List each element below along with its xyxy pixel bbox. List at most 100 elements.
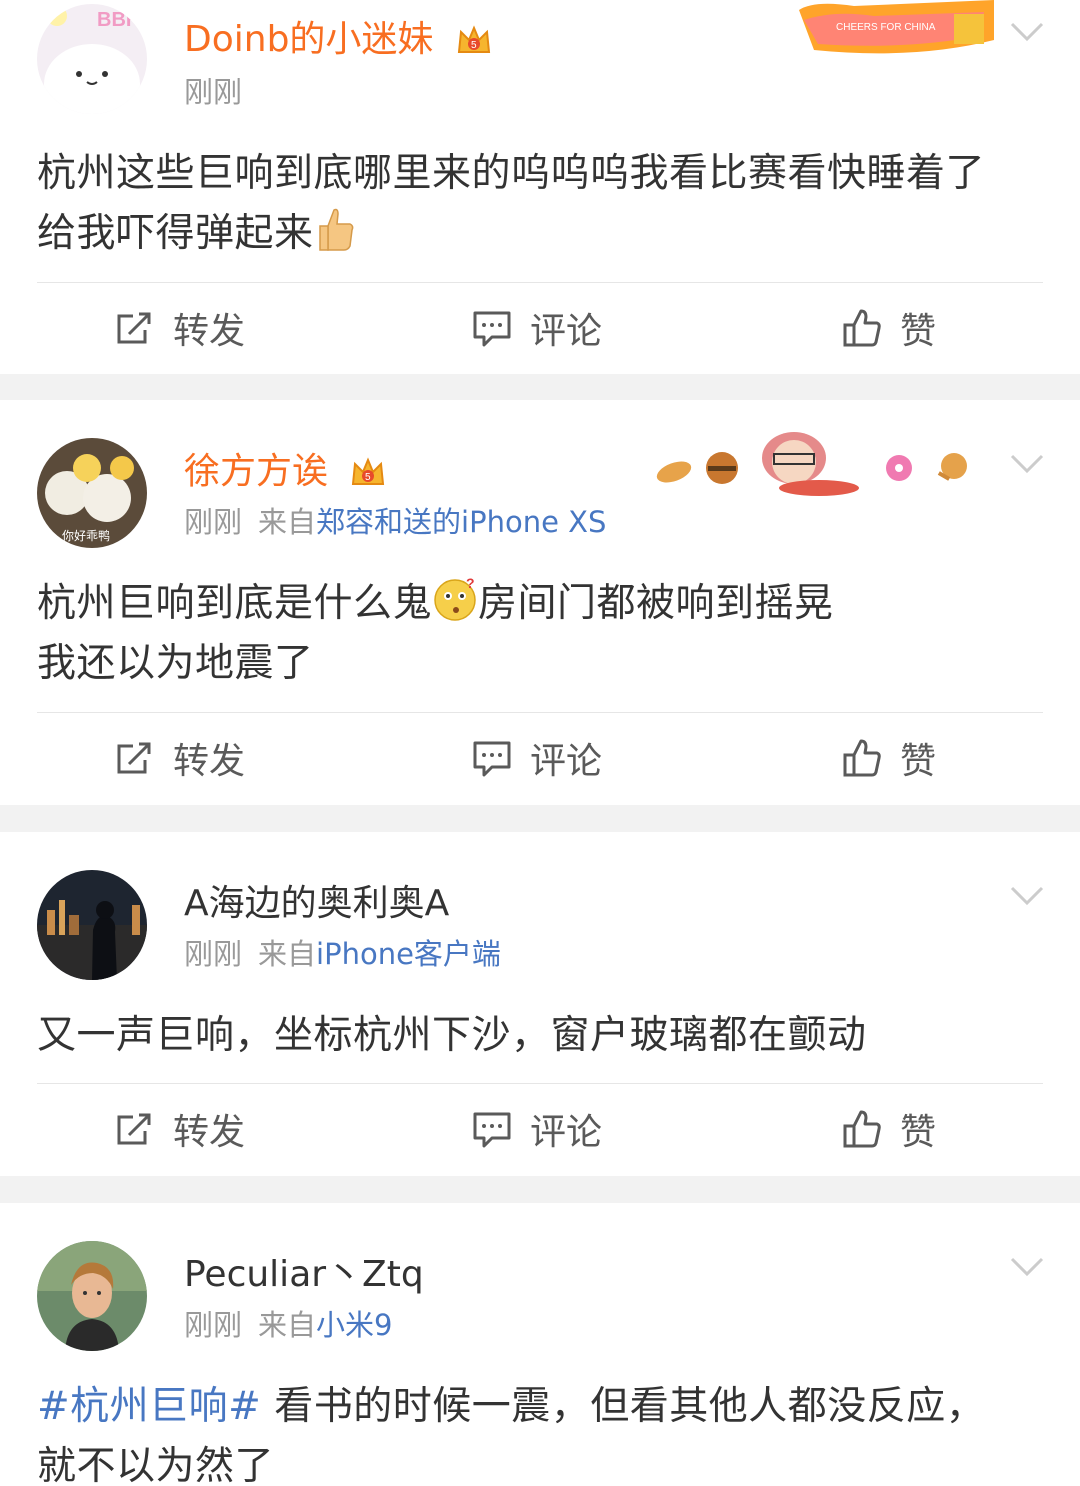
source-device[interactable]: iPhone客户端 — [316, 937, 501, 971]
repost-button[interactable]: 转发 — [115, 283, 245, 373]
like-label: 赞 — [900, 1112, 937, 1153]
crown-icon: 5 — [352, 457, 385, 485]
post-text-line: 杭州这些巨响到底哪里来的呜呜呜我看比赛看快睡着了 — [37, 151, 986, 196]
post-text-span: 房间门都被响到摇晃 — [478, 581, 834, 626]
like-label: 赞 — [900, 311, 937, 352]
post-time: 刚刚 — [184, 937, 243, 971]
chevron-down-icon[interactable] — [1010, 22, 1044, 42]
post-time: 刚刚 — [184, 505, 243, 539]
avatar-city-night-image — [37, 870, 147, 980]
username[interactable]: Doinb的小迷妹 5 — [184, 18, 493, 62]
svg-text:5: 5 — [365, 472, 371, 483]
source-device[interactable]: 小米9 — [316, 1308, 392, 1342]
repost-label: 转发 — [173, 741, 246, 782]
repost-label: 转发 — [173, 311, 246, 352]
avatar[interactable] — [37, 870, 147, 980]
chevron-down-icon[interactable] — [1010, 1257, 1044, 1277]
source-prefix: 来自 — [258, 937, 317, 971]
repost-button[interactable]: 转发 — [115, 1084, 245, 1174]
post-text-line: 就不以为然了 — [37, 1444, 275, 1486]
topic-hashtag-link[interactable]: #杭州巨响# — [37, 1384, 261, 1429]
thumbs-up-icon — [843, 739, 881, 777]
avatar-bunny-image: BBH — [37, 4, 147, 114]
repost-button[interactable]: 转发 — [115, 713, 245, 803]
comment-icon — [473, 1112, 511, 1148]
username[interactable]: A海边的奥利奥A — [184, 882, 449, 926]
source-device[interactable]: 郑容和送的iPhone XS — [316, 505, 606, 539]
post-source: 来自iPhone客户端 — [258, 937, 501, 971]
action-bar: 转发 评论 赞 — [0, 713, 1080, 803]
avatar[interactable] — [37, 1241, 147, 1351]
username-text[interactable]: Peculiar丶Ztq — [184, 1254, 424, 1295]
post-text-line: #杭州巨响# 看书的时候一震，但看其他人都没反应， — [37, 1377, 1047, 1437]
post-card[interactable]: BBH Doinb的小迷妹 5 刚刚 CHEERS FOR CHINA 杭州这些… — [0, 0, 1080, 374]
post-text-line: 杭州巨响到底是什么鬼 ? 房间门都被响到摇晃 — [37, 574, 1047, 634]
username[interactable]: 徐方方诶 5 — [184, 450, 387, 494]
post-text: #杭州巨响# 看书的时候一震，但看其他人都没反应， 就不以为然了 — [37, 1377, 1047, 1486]
post-time: 刚刚 — [184, 1308, 243, 1342]
username[interactable]: Peculiar丶Ztq — [184, 1253, 424, 1297]
post-text-line: 给我吓得弹起来 — [37, 204, 1047, 264]
cheers-badge-decoration: CHEERS FOR CHINA — [799, 0, 994, 54]
post-text-span: 给我吓得弹起来 — [37, 211, 314, 256]
food-sticker-decoration — [656, 432, 967, 496]
action-bar: 转发 评论 赞 — [0, 1084, 1080, 1174]
decoration-text: CHEERS FOR CHINA — [836, 22, 936, 33]
repost-icon — [117, 312, 151, 344]
avatar-text: BBH — [97, 9, 140, 31]
thumbs-up-icon — [843, 309, 881, 347]
chevron-down-icon[interactable] — [1010, 454, 1044, 474]
source-prefix: 来自 — [258, 505, 317, 539]
like-button[interactable]: 赞 — [842, 1084, 936, 1174]
crown-icon: 5 — [457, 25, 490, 53]
post-meta: 刚刚 来自小米9 — [184, 1307, 392, 1343]
post-text: 又一声巨响，坐标杭州下沙，窗户玻璃都在颤动 — [37, 1006, 1047, 1066]
comment-label: 评论 — [530, 311, 603, 352]
thumbs-up-emoji-icon — [318, 208, 353, 251]
repost-icon — [117, 1113, 151, 1145]
comment-button[interactable]: 评论 — [472, 1084, 602, 1174]
post-text-line: 又一声巨响，坐标杭州下沙，窗户玻璃都在颤动 — [37, 1013, 867, 1058]
action-bar: 转发 评论 赞 — [0, 283, 1080, 373]
username-text[interactable]: Doinb的小迷妹 — [184, 19, 433, 60]
comment-icon — [473, 741, 511, 777]
confused-face-emoji-icon: ? — [434, 576, 476, 621]
avatar-ducks-image: 你好乖鸭 — [37, 438, 147, 548]
repost-icon — [117, 742, 151, 774]
avatar-text: 你好乖鸭 — [62, 529, 110, 543]
like-label: 赞 — [900, 741, 937, 782]
svg-text:5: 5 — [471, 40, 477, 51]
avatar[interactable]: 你好乖鸭 — [37, 438, 147, 548]
like-button[interactable]: 赞 — [842, 713, 936, 803]
post-time: 刚刚 — [184, 75, 243, 109]
comment-label: 评论 — [530, 1112, 603, 1153]
username-text[interactable]: A海边的奥利奥A — [184, 883, 449, 924]
comment-label: 评论 — [530, 741, 603, 782]
post-card[interactable]: Peculiar丶Ztq 刚刚 来自小米9 #杭州巨响# 看书的时候一震，但看其他… — [0, 1203, 1080, 1486]
comment-button[interactable]: 评论 — [472, 713, 602, 803]
like-button[interactable]: 赞 — [842, 283, 936, 373]
avatar-portrait-image — [37, 1241, 147, 1351]
avatar[interactable]: BBH — [37, 4, 147, 114]
thumbs-up-icon — [843, 1110, 881, 1148]
post-source: 来自郑容和送的iPhone XS — [258, 505, 606, 539]
comment-icon — [473, 311, 511, 347]
repost-label: 转发 — [173, 1112, 246, 1153]
post-text-line: 我还以为地震了 — [37, 641, 314, 686]
post-source: 来自小米9 — [258, 1308, 392, 1342]
post-meta: 刚刚 — [184, 74, 242, 110]
post-text: 杭州巨响到底是什么鬼 ? 房间门都被响到摇晃 我还以为地震了 — [37, 574, 1047, 694]
weibo-feed: BBH Doinb的小迷妹 5 刚刚 CHEERS FOR CHINA 杭州这些… — [0, 0, 1080, 1486]
chevron-down-icon[interactable] — [1010, 886, 1044, 906]
post-text: 杭州这些巨响到底哪里来的呜呜呜我看比赛看快睡着了 给我吓得弹起来 — [37, 144, 1047, 264]
post-text-span: 看书的时候一震，但看其他人都没反应， — [261, 1384, 986, 1429]
post-card[interactable]: A海边的奥利奥A 刚刚 来自iPhone客户端 又一声巨响，坐标杭州下沙，窗户玻璃… — [0, 832, 1080, 1176]
post-card[interactable]: 你好乖鸭 徐方方诶 5 刚刚 来自郑容和送的iPhone XS 杭州巨响到底是什… — [0, 400, 1080, 805]
username-text[interactable]: 徐方方诶 — [184, 451, 328, 492]
svg-text:?: ? — [466, 576, 475, 591]
post-text-span: 杭州巨响到底是什么鬼 — [37, 581, 433, 626]
source-prefix: 来自 — [258, 1308, 317, 1342]
post-meta: 刚刚 来自郑容和送的iPhone XS — [184, 504, 606, 540]
post-meta: 刚刚 来自iPhone客户端 — [184, 936, 501, 972]
comment-button[interactable]: 评论 — [472, 283, 602, 373]
